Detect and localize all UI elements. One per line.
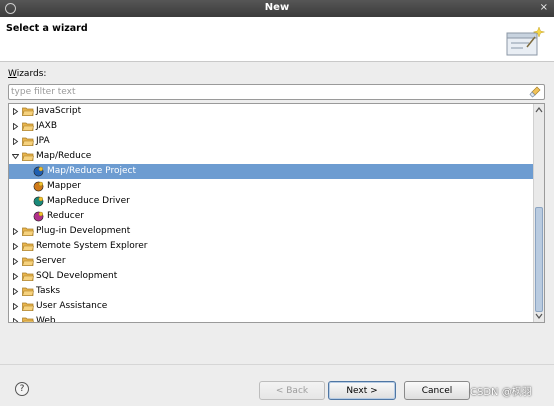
tree-item-label: Tasks [36,286,61,296]
close-icon[interactable]: × [540,2,548,13]
expand-right-icon[interactable] [12,273,19,280]
folder-icon [22,107,34,116]
tree-wizard-item[interactable]: Mapper [9,179,535,194]
scrollbar-thumb[interactable] [535,207,543,312]
folder-icon [22,302,34,311]
expand-right-icon[interactable] [12,123,19,130]
tree-item-label: MapReduce Driver [47,196,130,206]
tree-category-item[interactable]: JavaScript [9,104,535,119]
csdn-watermark: CSDN @枫羽 [470,387,532,398]
folder-icon [22,227,34,236]
expand-right-icon[interactable] [12,228,19,235]
folder-icon [22,152,34,161]
help-button[interactable]: ? [15,382,29,396]
tree-category-item[interactable]: JAXB [9,119,535,134]
clear-filter-icon[interactable] [529,86,541,98]
tree-category-item[interactable]: Plug-in Development [9,224,535,239]
tree-wizard-item[interactable]: MapReduce Driver [9,194,535,209]
scroll-up-arrow-icon[interactable] [535,105,543,115]
tree-wizard-item[interactable]: Map/Reduce Project [9,164,535,179]
tree-item-label: Remote System Explorer [36,241,148,251]
tree-item-label: Map/Reduce [36,151,92,161]
expand-right-icon[interactable] [12,303,19,310]
tree-item-label: Reducer [47,211,84,221]
next-button[interactable]: Next > [328,381,396,400]
expand-right-icon[interactable] [12,288,19,295]
driver-icon [33,196,44,207]
tree-item-label: JAXB [36,121,57,131]
filter-field[interactable] [8,84,545,100]
tree-wizard-item[interactable]: Reducer [9,209,535,224]
wizard-header: Select a wizard [0,17,554,62]
tree-item-label: Map/Reduce Project [47,166,136,176]
folder-icon [22,137,34,146]
page-title: Select a wizard [6,23,88,34]
tree-item-label: Web [36,316,56,323]
tree-scrollbar[interactable] [533,104,544,322]
tree-item-label: JavaScript [36,106,82,116]
tree-item-label: User Assistance [36,301,108,311]
tree-item-label: SQL Development [36,271,118,281]
cancel-button[interactable]: Cancel [404,381,470,400]
title-bar: New × [0,0,554,17]
folder-icon [22,272,34,281]
footer-separator [0,364,554,365]
folder-icon [22,242,34,251]
folder-icon [22,257,34,266]
scroll-down-arrow-icon[interactable] [535,311,543,321]
mapper-icon [33,181,44,192]
tree-item-label: Plug-in Development [36,226,131,236]
tree-category-item[interactable]: SQL Development [9,269,535,284]
tree-item-label: JPA [36,136,50,146]
tree-category-item[interactable]: Remote System Explorer [9,239,535,254]
expand-right-icon[interactable] [12,108,19,115]
mapreduce-project-icon [33,166,44,177]
filter-input[interactable] [11,85,526,99]
tree-item-label: Server [36,256,66,266]
tree-category-item[interactable]: JPA [9,134,535,149]
expand-right-icon[interactable] [12,243,19,250]
expand-right-icon[interactable] [12,138,19,145]
tree-category-item[interactable]: Map/Reduce [9,149,535,164]
folder-icon [22,287,34,296]
tree-category-item[interactable]: Web [9,314,535,323]
expand-down-icon[interactable] [12,153,19,160]
folder-icon [22,122,34,131]
back-button[interactable]: < Back [259,381,325,400]
tree-item-label: Mapper [47,181,81,191]
tree-category-item[interactable]: User Assistance [9,299,535,314]
expand-right-icon[interactable] [12,318,19,323]
window-title: New [264,2,290,13]
tree-category-item[interactable]: Tasks [9,284,535,299]
wizards-label: Wizards: [8,69,47,79]
reducer-icon [33,211,44,222]
wizard-banner-icon [506,26,545,56]
expand-right-icon[interactable] [12,258,19,265]
tree-category-item[interactable]: Server [9,254,535,269]
wizard-tree[interactable]: JavaScript JAXB JPA Map/Reduce Map/Reduce Pr… [8,103,545,323]
folder-icon [22,317,34,322]
